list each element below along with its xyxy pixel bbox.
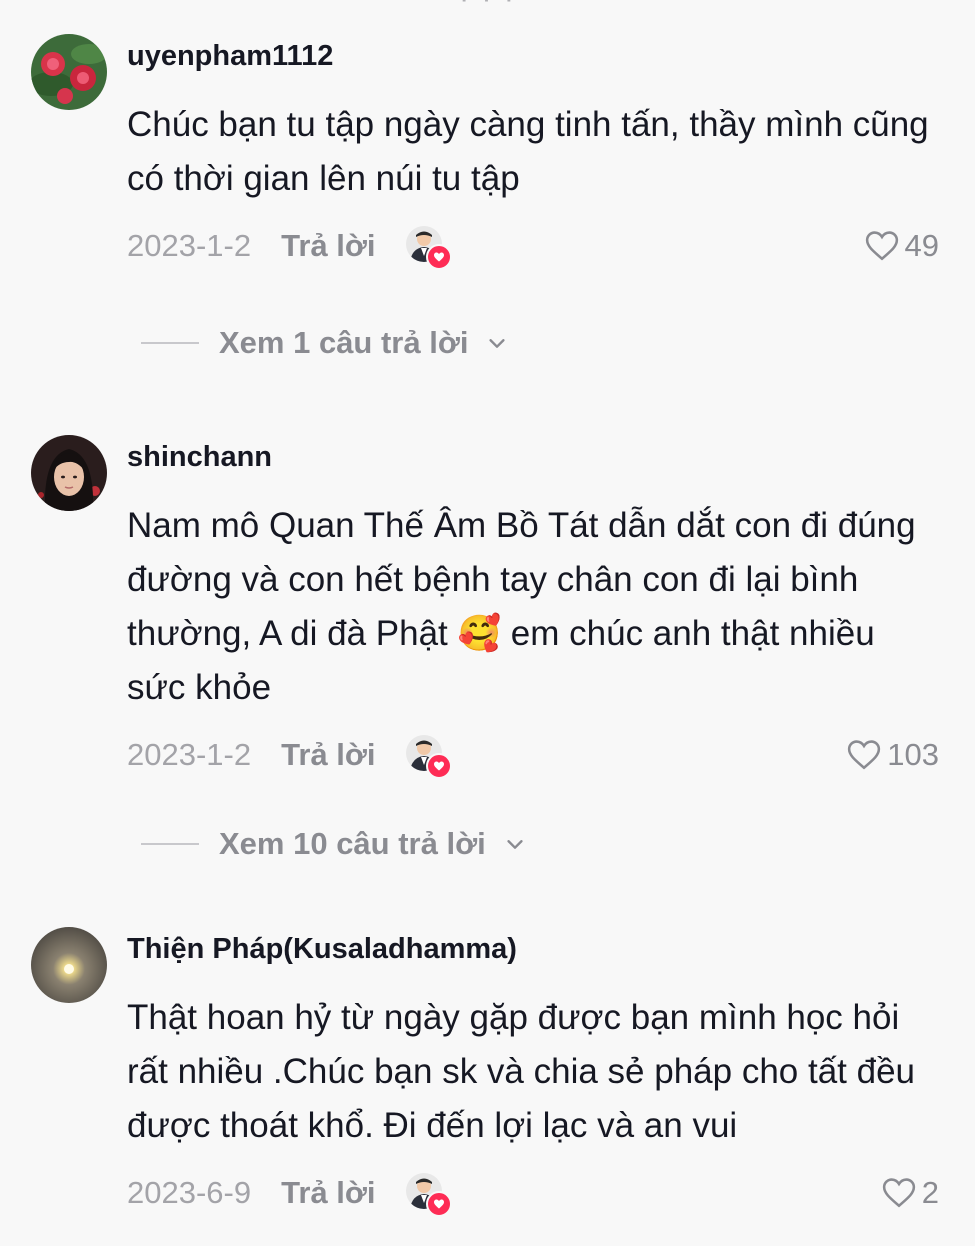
like-count: 103 <box>887 737 939 772</box>
comment-date: 2023-6-9 <box>127 1175 252 1210</box>
view-replies-label: Xem 1 câu trả lời <box>219 325 469 360</box>
heart-badge-icon <box>425 244 452 270</box>
reply-button[interactable]: Trả lời <box>281 737 375 773</box>
like-button[interactable]: 103 <box>847 735 939 775</box>
chevron-down-icon <box>489 339 506 348</box>
girl-portrait-avatar-icon <box>31 435 107 511</box>
view-replies-button[interactable]: Xem 10 câu trả lời <box>141 824 526 864</box>
comment-meta: 2023-1-2 Trả lời <box>127 735 452 779</box>
creator-liked-indicator <box>405 226 452 270</box>
comment-text: Nam mô Quan Thế Âm Bồ Tát dẫn dắt con đi… <box>127 506 916 707</box>
previous-content-peek: · · · <box>0 0 975 4</box>
comment-username[interactable]: uyenpham1112 <box>127 40 333 73</box>
user-avatar[interactable] <box>31 927 107 1003</box>
heart-outline-icon <box>865 231 898 261</box>
comment-date: 2023-1-2 <box>127 737 252 772</box>
comment-text: Thật hoan hỷ từ ngày gặp được bạn mình h… <box>127 998 916 1145</box>
comment-text: Chúc bạn tu tập ngày càng tinh tấn, thầy… <box>127 105 929 198</box>
like-button[interactable]: 49 <box>865 226 939 266</box>
heart-outline-icon <box>848 740 881 770</box>
glowing-moon-avatar-icon <box>31 927 107 1003</box>
comment-username[interactable]: Thiện Pháp(Kusaladhamma) <box>127 933 517 966</box>
comments-page: · · · uyenpham1112 Chúc bạn tu tập ngày … <box>0 0 975 1246</box>
comment-meta: 2023-6-9 Trả lời <box>127 1173 452 1217</box>
chevron-down-icon <box>507 840 523 849</box>
heart-badge-icon <box>425 1191 452 1217</box>
like-count: 2 <box>921 1175 939 1210</box>
creator-liked-indicator <box>405 1173 452 1217</box>
like-count: 49 <box>904 228 939 263</box>
like-button[interactable]: 2 <box>882 1173 939 1213</box>
view-replies-button[interactable]: Xem 1 câu trả lời <box>141 323 508 363</box>
user-avatar[interactable] <box>31 435 107 511</box>
view-replies-label: Xem 10 câu trả lời <box>219 826 486 861</box>
comment-meta: 2023-1-2 Trả lời <box>127 226 452 270</box>
comment-username[interactable]: shinchann <box>127 441 272 474</box>
reply-button[interactable]: Trả lời <box>281 228 375 264</box>
heart-badge-icon <box>425 753 452 779</box>
reply-button[interactable]: Trả lời <box>281 1175 375 1211</box>
heart-outline-icon <box>882 1178 915 1208</box>
user-avatar[interactable] <box>31 34 107 110</box>
red-flowers-avatar-icon <box>31 34 107 110</box>
creator-liked-indicator <box>405 735 452 779</box>
divider-line <box>141 342 199 344</box>
comment-date: 2023-1-2 <box>127 228 252 263</box>
divider-line <box>141 843 199 845</box>
